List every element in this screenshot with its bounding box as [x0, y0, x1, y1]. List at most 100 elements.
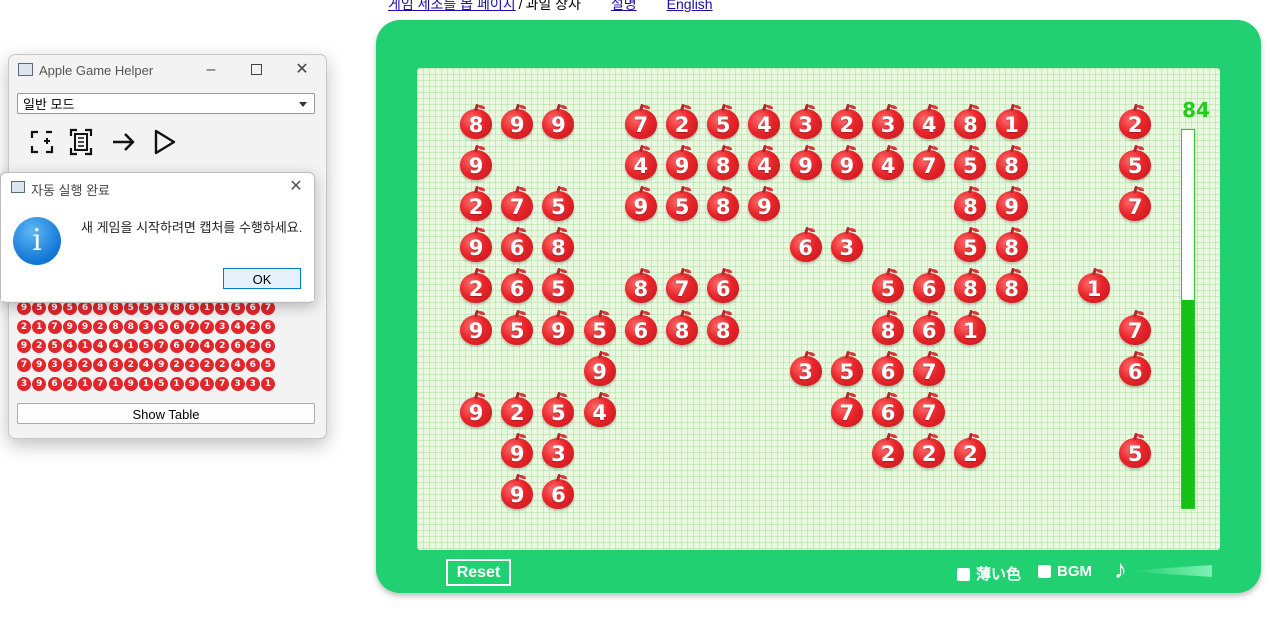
english-link[interactable]: English [667, 0, 713, 12]
apple-cell[interactable]: 9 [458, 309, 494, 346]
apple-cell[interactable]: 5 [540, 268, 576, 304]
volume-slider[interactable] [1132, 565, 1212, 577]
apple-cell[interactable]: 8 [870, 309, 906, 346]
apple-cell[interactable]: 7 [911, 350, 947, 387]
apple-cell[interactable]: 7 [911, 144, 947, 181]
capture-screen-icon[interactable] [66, 127, 96, 157]
apple-cell[interactable]: 9 [499, 432, 535, 469]
apple-cell[interactable]: 5 [664, 185, 700, 222]
apple-cell[interactable]: 6 [540, 473, 576, 510]
helper-titlebar[interactable]: Apple Game Helper – ✕ [9, 55, 326, 85]
reset-button[interactable]: Reset [446, 559, 511, 586]
apple-cell[interactable]: 7 [1117, 185, 1153, 222]
apple-cell[interactable]: 9 [458, 391, 494, 428]
apple-cell[interactable]: 5 [499, 309, 535, 346]
apple-cell[interactable]: 8 [623, 268, 659, 304]
apple-cell[interactable]: 4 [870, 144, 906, 181]
bgm-checkbox[interactable] [1038, 565, 1051, 578]
apple-cell[interactable]: 2 [829, 103, 865, 140]
apple-cell[interactable]: 1 [994, 103, 1030, 140]
apple-cell[interactable]: 5 [540, 185, 576, 222]
apple-cell[interactable]: 5 [705, 103, 741, 140]
apple-cell[interactable]: 9 [582, 350, 618, 387]
play-icon[interactable] [149, 127, 179, 157]
apple-cell[interactable]: 6 [499, 268, 535, 304]
apple-cell[interactable]: 9 [664, 144, 700, 181]
apple-cell[interactable]: 3 [829, 227, 865, 263]
apple-cell[interactable]: 8 [664, 309, 700, 346]
apple-cell[interactable]: 9 [499, 473, 535, 510]
apple-cell[interactable]: 8 [705, 309, 741, 346]
apple-cell[interactable]: 9 [458, 144, 494, 181]
apple-cell[interactable]: 5 [1117, 432, 1153, 469]
apple-cell[interactable]: 3 [788, 103, 824, 140]
apple-cell[interactable]: 5 [952, 227, 988, 263]
apple-cell[interactable]: 5 [540, 391, 576, 428]
apple-cell[interactable]: 4 [746, 144, 782, 181]
ok-button[interactable]: OK [223, 268, 301, 289]
bgm-option[interactable]: BGM [1038, 563, 1092, 580]
home-link[interactable]: 게임 세조를 몹 페이지 [388, 0, 516, 12]
next-arrow-icon[interactable] [109, 127, 139, 157]
close-icon[interactable]: ✕ [291, 59, 313, 81]
apple-cell[interactable]: 6 [705, 268, 741, 304]
apple-cell[interactable]: 2 [870, 432, 906, 469]
apple-cell[interactable]: 2 [1117, 103, 1153, 140]
apple-cell[interactable]: 6 [870, 391, 906, 428]
apple-cell[interactable]: 5 [829, 350, 865, 387]
apple-cell[interactable]: 2 [952, 432, 988, 469]
apple-cell[interactable]: 9 [788, 144, 824, 181]
apple-cell[interactable]: 7 [829, 391, 865, 428]
apple-cell[interactable]: 9 [499, 103, 535, 140]
apple-cell[interactable]: 6 [911, 309, 947, 346]
apple-cell[interactable]: 5 [1117, 144, 1153, 181]
help-link[interactable]: 설명 [611, 0, 637, 12]
apple-cell[interactable]: 6 [623, 309, 659, 346]
apple-cell[interactable]: 4 [746, 103, 782, 140]
apple-cell[interactable]: 3 [540, 432, 576, 469]
apple-cell[interactable]: 9 [994, 185, 1030, 222]
apple-cell[interactable]: 9 [540, 103, 576, 140]
apple-cell[interactable]: 5 [952, 144, 988, 181]
apple-cell[interactable]: 7 [664, 268, 700, 304]
apple-cell[interactable]: 7 [1117, 309, 1153, 346]
apple-cell[interactable]: 5 [582, 309, 618, 346]
apple-cell[interactable]: 3 [788, 350, 824, 387]
light-color-checkbox[interactable] [957, 568, 970, 581]
apple-cell[interactable]: 4 [623, 144, 659, 181]
apple-cell[interactable]: 7 [911, 391, 947, 428]
capture-region-icon[interactable] [27, 127, 57, 157]
apple-cell[interactable]: 8 [705, 185, 741, 222]
apple-cell[interactable]: 1 [1076, 268, 1112, 304]
apple-cell[interactable]: 2 [664, 103, 700, 140]
apple-cell[interactable]: 6 [499, 227, 535, 263]
apple-cell[interactable]: 2 [458, 268, 494, 304]
apple-cell[interactable]: 6 [870, 350, 906, 387]
game-board[interactable]: 8997254323481294984994758527595898979686… [417, 68, 1220, 550]
apple-cell[interactable]: 5 [870, 268, 906, 304]
apple-cell[interactable]: 8 [994, 268, 1030, 304]
apple-cell[interactable]: 4 [911, 103, 947, 140]
apple-cell[interactable]: 8 [952, 103, 988, 140]
apple-cell[interactable]: 8 [994, 144, 1030, 181]
mode-select[interactable]: 일반 모드 [17, 93, 315, 114]
apple-cell[interactable]: 7 [623, 103, 659, 140]
apple-cell[interactable]: 6 [911, 268, 947, 304]
apple-cell[interactable]: 2 [458, 185, 494, 222]
apple-cell[interactable]: 8 [540, 227, 576, 263]
apple-cell[interactable]: 2 [911, 432, 947, 469]
apple-cell[interactable]: 9 [829, 144, 865, 181]
apple-cell[interactable]: 6 [1117, 350, 1153, 387]
apple-cell[interactable]: 8 [458, 103, 494, 140]
minimize-icon[interactable]: – [200, 59, 222, 81]
apple-cell[interactable]: 9 [746, 185, 782, 222]
light-color-option[interactable]: 薄い色 [957, 563, 1021, 584]
apple-cell[interactable]: 9 [458, 227, 494, 263]
apple-cell[interactable]: 4 [582, 391, 618, 428]
show-table-button[interactable]: Show Table [17, 403, 315, 424]
dialog-close-icon[interactable]: ✕ [286, 176, 306, 198]
apple-cell[interactable]: 6 [788, 227, 824, 263]
apple-cell[interactable]: 7 [499, 185, 535, 222]
apple-cell[interactable]: 2 [499, 391, 535, 428]
apple-cell[interactable]: 8 [952, 185, 988, 222]
